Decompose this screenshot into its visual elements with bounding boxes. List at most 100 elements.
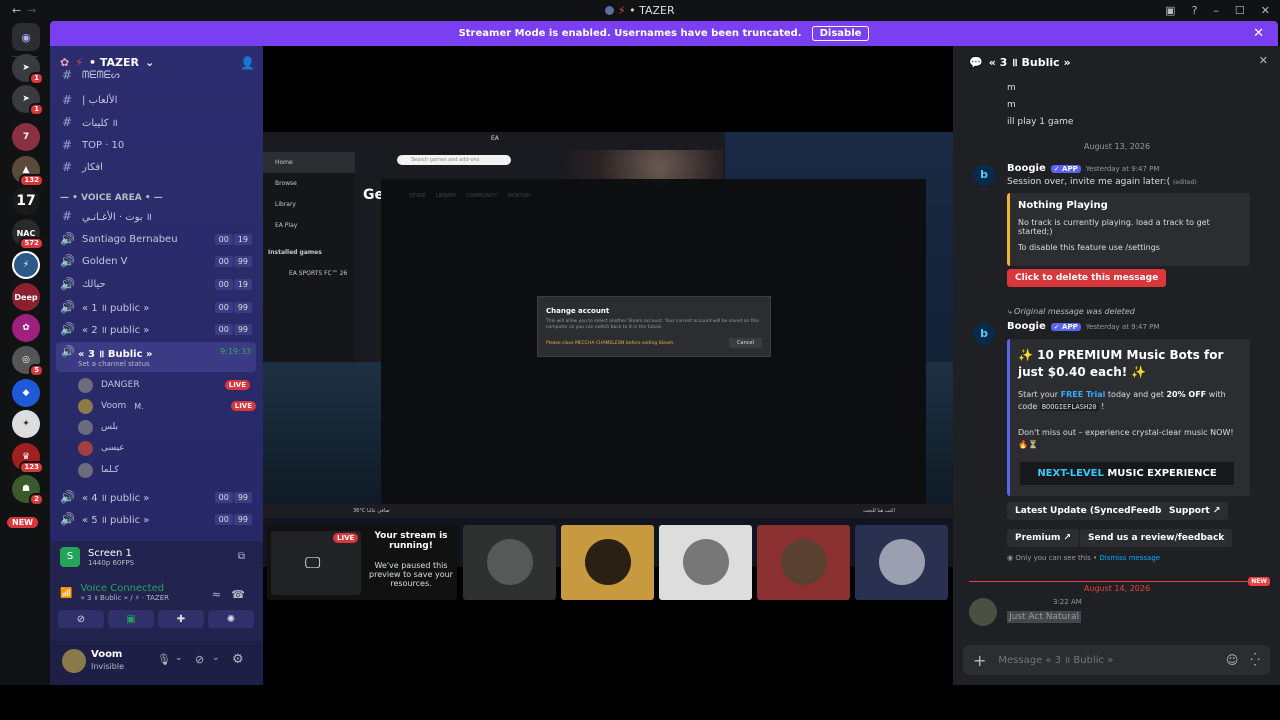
camera-off-icon: ⊘ bbox=[76, 613, 86, 625]
server-grey[interactable]: ◎ 5 bbox=[12, 346, 44, 377]
popout-icon[interactable]: ⧉ bbox=[238, 551, 245, 562]
premium-button[interactable]: Premium ↗ bbox=[1007, 529, 1080, 547]
avatar bbox=[487, 539, 533, 585]
participant-tile[interactable] bbox=[463, 525, 556, 600]
voice-user[interactable]: DANGER LIVE bbox=[78, 376, 258, 394]
voice-user[interactable]: عيسى bbox=[78, 439, 258, 457]
chevron-down-icon[interactable]: ⌄ bbox=[175, 653, 183, 663]
voice-status-row[interactable]: 📶 Voice Connected « 3 ॥ Bublic » / ⚡ · T… bbox=[60, 583, 169, 603]
apps-grid-icon[interactable]: ⁛ bbox=[1250, 653, 1260, 667]
voice-user[interactable]: كـلما bbox=[78, 461, 258, 479]
support-button[interactable]: Support ↗ bbox=[1161, 502, 1229, 520]
server-blue[interactable]: ◆ bbox=[12, 379, 40, 407]
taskbar-weather: 36°C صافي غالبا bbox=[353, 508, 390, 514]
inbox-icon[interactable]: ▣ bbox=[1165, 4, 1175, 17]
close-banner-icon[interactable]: ✕ bbox=[1253, 26, 1264, 41]
participant-tile[interactable] bbox=[757, 525, 850, 600]
add-attachment-icon[interactable]: + bbox=[973, 651, 986, 670]
server-pink[interactable]: ✿ bbox=[12, 314, 40, 342]
shared-screen[interactable]: EA Home Browse Library EA Play Installed… bbox=[263, 132, 953, 567]
reply-icon: ⤷ bbox=[1007, 307, 1012, 316]
message-input[interactable] bbox=[998, 654, 1226, 666]
voice-channel[interactable]: 🔊 « 4 ॥ public » 00 99 bbox=[60, 487, 260, 507]
bot-name[interactable]: Boogie bbox=[1007, 321, 1046, 332]
user-name: DANGER bbox=[101, 380, 140, 390]
settings-gear-icon[interactable]: ⚙ bbox=[232, 652, 244, 667]
user-limit: 00 99 bbox=[214, 255, 252, 267]
emoji-icon[interactable]: ☺ bbox=[1226, 653, 1239, 667]
review-feedback-button[interactable]: Send us a review/feedback bbox=[1080, 529, 1233, 547]
participant-tile[interactable] bbox=[561, 525, 654, 600]
maximize-icon[interactable]: ☐ bbox=[1235, 4, 1245, 17]
delete-message-button[interactable]: Click to delete this message bbox=[1007, 269, 1167, 287]
bot-avatar[interactable]: b bbox=[973, 164, 995, 186]
channel-item[interactable]: # كليبات ॥ bbox=[60, 112, 260, 132]
voice-channel[interactable]: 🔊 « 1 ॥ public » 00 99 bbox=[60, 297, 260, 317]
ea-installed-label: Installed games bbox=[268, 249, 322, 256]
server-deep[interactable]: Deep bbox=[12, 283, 40, 311]
voice-user[interactable]: بلس bbox=[78, 418, 258, 436]
server-badge: 132 bbox=[19, 174, 44, 187]
server-4[interactable]: ▲ 132 bbox=[12, 156, 44, 187]
soundboard-button[interactable]: ✺ bbox=[208, 610, 254, 628]
bot-name[interactable]: Boogie bbox=[1007, 163, 1046, 174]
server-red[interactable]: ♛ 123 bbox=[12, 443, 44, 474]
server-seven[interactable]: 7 bbox=[12, 123, 40, 151]
voice-user[interactable]: Voom M. LIVE bbox=[78, 397, 258, 415]
participant-tile[interactable] bbox=[855, 525, 948, 600]
disconnect-icon[interactable]: ☎ bbox=[231, 588, 245, 601]
channel-item[interactable]: # | الألعاب bbox=[60, 90, 260, 110]
discord-home-icon[interactable]: ◉ bbox=[12, 23, 40, 51]
help-icon[interactable]: ? bbox=[1192, 4, 1198, 17]
server-green[interactable]: ☗ 2 bbox=[12, 475, 44, 506]
stream-preview-tile[interactable]: 🖵 LIVE Your stream is running! We've pau… bbox=[267, 525, 457, 600]
voice-channel[interactable]: 🔊 « 2 ॥ public » 00 99 bbox=[60, 319, 260, 339]
speaker-icon: 🔊 bbox=[60, 322, 75, 336]
close-window-icon[interactable]: ✕ bbox=[1261, 4, 1270, 17]
user-name: عيسى bbox=[101, 443, 125, 453]
channel-item[interactable]: # ᗰᗴᗰᗴᔕ bbox=[60, 68, 260, 82]
voice-channel[interactable]: # بوت · الأغـانـي ॥ bbox=[60, 206, 260, 226]
screen-share-button[interactable]: ▣ bbox=[108, 610, 154, 628]
noise-suppression-icon[interactable]: ≈ bbox=[212, 588, 221, 601]
participant-tile[interactable] bbox=[659, 525, 752, 600]
ea-nav-item: Library bbox=[275, 201, 296, 208]
voice-category-header[interactable]: — • VOICE AREA • — bbox=[60, 193, 163, 203]
speaker-icon: 🔊 bbox=[60, 490, 75, 504]
server-nac[interactable]: NAC 572 bbox=[12, 219, 44, 250]
disable-button[interactable]: Disable bbox=[811, 26, 870, 41]
message-composer[interactable]: + ☺ ⁛ bbox=[963, 645, 1270, 675]
camera-button[interactable]: ⊘ bbox=[58, 610, 104, 628]
avatar[interactable] bbox=[969, 598, 997, 626]
active-voice-channel[interactable]: 🔊 « 3 ॥ Bublic » 9:19:33 Set a channel s… bbox=[56, 342, 256, 372]
voice-channel[interactable]: 🔊 « 5 ॥ public » 00 99 bbox=[60, 509, 260, 529]
mic-icon[interactable]: 🎙 bbox=[157, 653, 171, 666]
screen-share-row[interactable]: S Screen 1 1440p 60FPS bbox=[60, 547, 134, 567]
chevron-down-icon[interactable]: ⌄ bbox=[212, 653, 220, 663]
deafen-icon[interactable]: ⊘ bbox=[195, 653, 204, 666]
server-17[interactable]: 17 bbox=[12, 187, 40, 215]
server-plane-1[interactable]: ➤ 1 bbox=[12, 54, 44, 85]
channel-name: « 5 ॥ public » bbox=[82, 515, 150, 526]
dismiss-link[interactable]: Dismiss message bbox=[1099, 554, 1160, 562]
channel-item[interactable]: # افكار bbox=[60, 157, 260, 177]
avatar[interactable] bbox=[62, 649, 86, 673]
chat-panel: 💬 « 3 ॥ Bublic » ✕ m m ill play 1 game A… bbox=[953, 46, 1280, 685]
voice-channel[interactable]: 🔊 Santiago Bernabeu 00 19 bbox=[60, 229, 260, 249]
speaker-active-icon: 🔊 bbox=[61, 345, 75, 358]
close-chat-icon[interactable]: ✕ bbox=[1259, 54, 1268, 67]
promo-seg: 20% OFF bbox=[1166, 390, 1207, 399]
voice-channel[interactable]: 🔊 Golden V 00 99 bbox=[60, 251, 260, 271]
channel-status[interactable]: Set a channel status bbox=[78, 360, 150, 368]
minimize-icon[interactable]: – bbox=[1213, 4, 1219, 17]
voice-channel[interactable]: 🔊 حيالك 00 19 bbox=[60, 274, 260, 294]
channel-item[interactable]: # TOP · 10 bbox=[60, 135, 260, 155]
user-name: بلس bbox=[101, 422, 118, 432]
bot-avatar[interactable]: b bbox=[973, 323, 995, 345]
server-tazer[interactable]: ⚡ bbox=[12, 251, 40, 279]
stream-view[interactable]: EA Home Browse Library EA Play Installed… bbox=[263, 46, 953, 685]
guild-icon: ✿ bbox=[60, 55, 70, 69]
server-white[interactable]: ✦ bbox=[12, 410, 40, 438]
activities-button[interactable]: ✚ bbox=[158, 610, 204, 628]
server-plane-2[interactable]: ➤ 1 bbox=[12, 85, 44, 116]
